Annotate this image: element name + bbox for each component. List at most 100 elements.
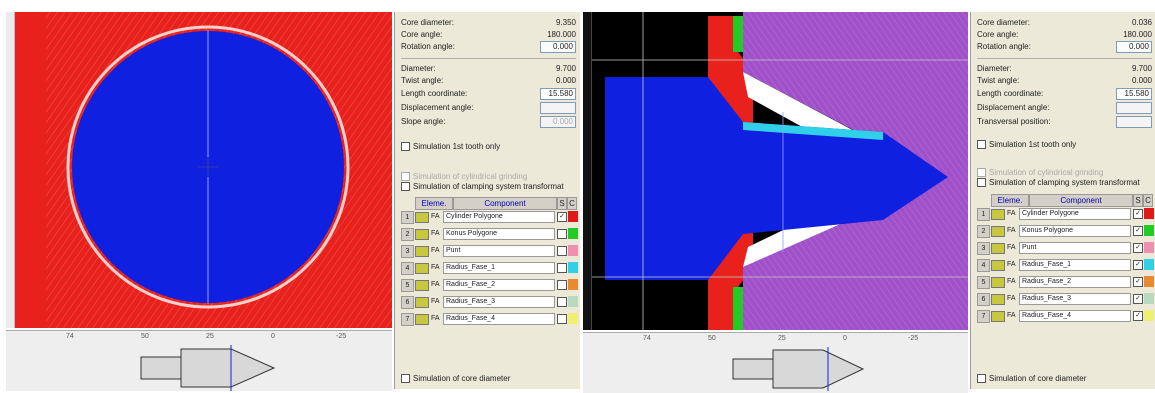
component-name-field[interactable]: Radius_Fase_1 xyxy=(443,262,555,274)
param-value: 0.000 xyxy=(1131,76,1152,85)
component-row[interactable]: 2 FA Konus Polygone xyxy=(401,228,578,241)
side-profile-view[interactable] xyxy=(583,12,968,330)
element-swatch-icon xyxy=(415,229,429,240)
simulate-checkbox[interactable]: ✓ xyxy=(1133,226,1143,236)
param-label: Rotation angle: xyxy=(401,42,455,51)
simulate-checkbox[interactable] xyxy=(557,297,567,307)
checkbox-box[interactable] xyxy=(977,140,986,150)
component-row[interactable]: 1 FA Cylinder Polygone ✓ xyxy=(401,211,578,224)
transversal-position-input[interactable] xyxy=(1116,116,1152,128)
color-swatch[interactable] xyxy=(1144,293,1154,304)
param-row: Slope angle: 0.000 xyxy=(401,116,576,128)
simulate-checkbox[interactable]: ✓ xyxy=(1133,277,1143,287)
sim-clamping-checkbox[interactable]: Simulation of clamping system transforma… xyxy=(977,178,1140,188)
simulate-checkbox[interactable]: ✓ xyxy=(1133,243,1143,253)
checkbox-box[interactable] xyxy=(401,182,410,192)
length-coordinate-input[interactable]: 15.580 xyxy=(540,88,576,100)
component-row[interactable]: 5 FA Radius_Fase_2 ✓ xyxy=(977,276,1154,289)
color-swatch[interactable] xyxy=(1144,208,1154,219)
simulate-checkbox[interactable] xyxy=(557,263,567,273)
checkbox-box[interactable] xyxy=(977,168,986,178)
component-name-field[interactable]: Radius_Fase_4 xyxy=(1019,310,1131,322)
color-swatch[interactable] xyxy=(1144,276,1154,287)
component-name-field[interactable]: Radius_Fase_1 xyxy=(1019,259,1131,271)
sim-cylindrical-checkbox[interactable]: Simulation of cylindrical grinding xyxy=(401,172,527,182)
checkbox-box[interactable] xyxy=(977,374,986,384)
component-row[interactable]: 3 FA Punt xyxy=(401,245,578,258)
component-row[interactable]: 5 FA Radius_Fase_2 xyxy=(401,279,578,292)
tool-silhouette xyxy=(140,345,276,391)
sim-core-checkbox[interactable]: Simulation of core diameter xyxy=(401,374,510,384)
simulate-checkbox[interactable]: ✓ xyxy=(557,212,567,222)
color-swatch[interactable] xyxy=(568,296,578,307)
component-name-field[interactable]: Punt xyxy=(1019,242,1131,254)
component-name-field[interactable]: Konus Polygone xyxy=(1019,225,1131,237)
component-row[interactable]: 7 FA Radius_Fase_4 xyxy=(401,313,578,326)
checkbox-box[interactable] xyxy=(401,374,410,384)
simulate-checkbox[interactable]: ✓ xyxy=(1133,260,1143,270)
color-swatch[interactable] xyxy=(568,262,578,273)
rotation-angle-input[interactable]: 0.000 xyxy=(540,41,576,53)
checkbox-box[interactable] xyxy=(401,172,410,182)
row-number: 7 xyxy=(401,313,414,326)
element-swatch-icon xyxy=(415,212,429,223)
component-name-field[interactable]: Radius_Fase_2 xyxy=(1019,276,1131,288)
color-swatch[interactable] xyxy=(568,245,578,256)
rotation-angle-input[interactable]: 0.000 xyxy=(1116,41,1152,53)
component-row[interactable]: 7 FA Radius_Fase_4 ✓ xyxy=(977,310,1154,323)
component-name-field[interactable]: Radius_Fase_2 xyxy=(443,279,555,291)
row-number: 6 xyxy=(977,293,990,306)
color-swatch[interactable] xyxy=(1144,242,1154,253)
component-row[interactable]: 1 FA Cylinder Polygone ✓ xyxy=(977,208,1154,221)
displacement-angle-input[interactable] xyxy=(540,102,576,114)
element-type: FA xyxy=(431,247,440,254)
simulate-checkbox[interactable] xyxy=(557,246,567,256)
color-swatch[interactable] xyxy=(1144,259,1154,270)
simulate-checkbox[interactable] xyxy=(557,314,567,324)
color-swatch[interactable] xyxy=(1144,225,1154,236)
left-simulation: 74 50 25 0 -25 Core diameter: 9.350 Core … xyxy=(6,12,580,391)
length-coordinate-input[interactable]: 15.580 xyxy=(1116,88,1152,100)
component-name-field[interactable]: Cylinder Polygone xyxy=(443,211,555,223)
element-type: FA xyxy=(1007,295,1016,302)
param-label: Length coordinate: xyxy=(401,89,468,98)
element-type: FA xyxy=(1007,227,1016,234)
checkbox-box[interactable] xyxy=(977,178,986,188)
component-row[interactable]: 6 FA Radius_Fase_3 ✓ xyxy=(977,293,1154,306)
displacement-angle-input[interactable] xyxy=(1116,102,1152,114)
simulate-checkbox[interactable] xyxy=(557,280,567,290)
row-number: 2 xyxy=(401,228,414,241)
color-swatch[interactable] xyxy=(568,279,578,290)
component-row[interactable]: 4 FA Radius_Fase_1 xyxy=(401,262,578,275)
simulate-checkbox[interactable]: ✓ xyxy=(1133,294,1143,304)
slope-angle-input[interactable]: 0.000 xyxy=(540,116,576,128)
component-row[interactable]: 6 FA Radius_Fase_3 xyxy=(401,296,578,309)
component-row[interactable]: 2 FA Konus Polygone ✓ xyxy=(977,225,1154,238)
sim-first-tooth-checkbox[interactable]: Simulation 1st tooth only xyxy=(977,140,1076,150)
color-swatch[interactable] xyxy=(1144,310,1154,321)
component-name-field[interactable]: Cylinder Polygone xyxy=(1019,208,1131,220)
cross-section-view[interactable] xyxy=(6,12,392,328)
color-swatch[interactable] xyxy=(568,313,578,324)
sim-first-tooth-checkbox[interactable]: Simulation 1st tooth only xyxy=(401,142,500,152)
grid-header-c: C xyxy=(567,197,577,210)
sim-core-checkbox[interactable]: Simulation of core diameter xyxy=(977,374,1086,384)
component-row[interactable]: 3 FA Punt ✓ xyxy=(977,242,1154,255)
x-tick: 0 xyxy=(271,333,275,340)
component-name-field[interactable]: Radius_Fase_3 xyxy=(1019,293,1131,305)
component-name-field[interactable]: Radius_Fase_4 xyxy=(443,313,555,325)
row-number: 5 xyxy=(401,279,414,292)
simulate-checkbox[interactable] xyxy=(557,229,567,239)
component-row[interactable]: 4 FA Radius_Fase_1 ✓ xyxy=(977,259,1154,272)
color-swatch[interactable] xyxy=(568,228,578,239)
checkbox-box[interactable] xyxy=(401,142,410,152)
element-swatch-icon xyxy=(415,263,429,274)
component-name-field[interactable]: Punt xyxy=(443,245,555,257)
color-swatch[interactable] xyxy=(568,211,578,222)
component-name-field[interactable]: Radius_Fase_3 xyxy=(443,296,555,308)
simulate-checkbox[interactable]: ✓ xyxy=(1133,209,1143,219)
sim-cylindrical-checkbox[interactable]: Simulation of cylindrical grinding xyxy=(977,168,1103,178)
simulate-checkbox[interactable]: ✓ xyxy=(1133,311,1143,321)
sim-clamping-checkbox[interactable]: Simulation of clamping system transforma… xyxy=(401,182,564,192)
component-name-field[interactable]: Konus Polygone xyxy=(443,228,555,240)
